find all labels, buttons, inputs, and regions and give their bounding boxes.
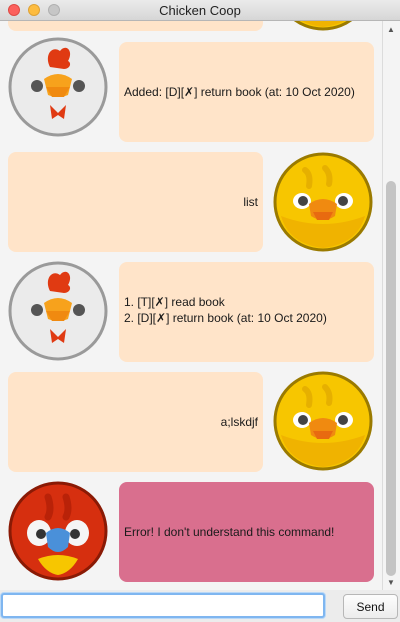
message-bubble-partial — [8, 21, 263, 31]
chat-scrollbar[interactable]: ▲ ▼ — [382, 21, 400, 590]
bot-message-bubble: Added: [D][✗] return book (at: 10 Oct 20… — [119, 42, 374, 142]
error-message-text: Error! I don't understand this command! — [124, 525, 335, 539]
scroll-up-arrow-icon[interactable]: ▲ — [387, 25, 395, 34]
error-message-bubble: Error! I don't understand this command! — [119, 482, 374, 582]
title-bar: Chicken Coop — [0, 0, 400, 21]
user-message-text: a;lskdjf — [220, 415, 258, 429]
user-message-bubble: list — [8, 152, 263, 252]
message-input[interactable] — [1, 593, 325, 618]
user-message-text: list — [243, 195, 258, 209]
bot-message-text: Added: [D][✗] return book (at: 10 Oct 20… — [124, 85, 355, 99]
chicken-avatar-icon — [8, 37, 108, 137]
duck-avatar-icon — [273, 371, 373, 471]
bot-message-text: 1. [T][✗] read book 2. [D][✗] return boo… — [124, 295, 327, 325]
window-title: Chicken Coop — [159, 3, 241, 18]
duck-avatar-icon-partial — [273, 21, 373, 31]
user-message-bubble: a;lskdjf — [8, 372, 263, 472]
bot-message-bubble: 1. [T][✗] read book 2. [D][✗] return boo… — [119, 262, 374, 362]
parrot-avatar-icon — [8, 481, 108, 581]
chicken-avatar-icon — [8, 261, 108, 361]
send-button[interactable]: Send — [343, 594, 398, 619]
scroll-thumb[interactable] — [386, 181, 396, 576]
chat-area[interactable]: Added: [D][✗] return book (at: 10 Oct 20… — [0, 21, 382, 590]
duck-avatar-icon — [273, 152, 373, 252]
scroll-down-arrow-icon[interactable]: ▼ — [387, 578, 395, 587]
